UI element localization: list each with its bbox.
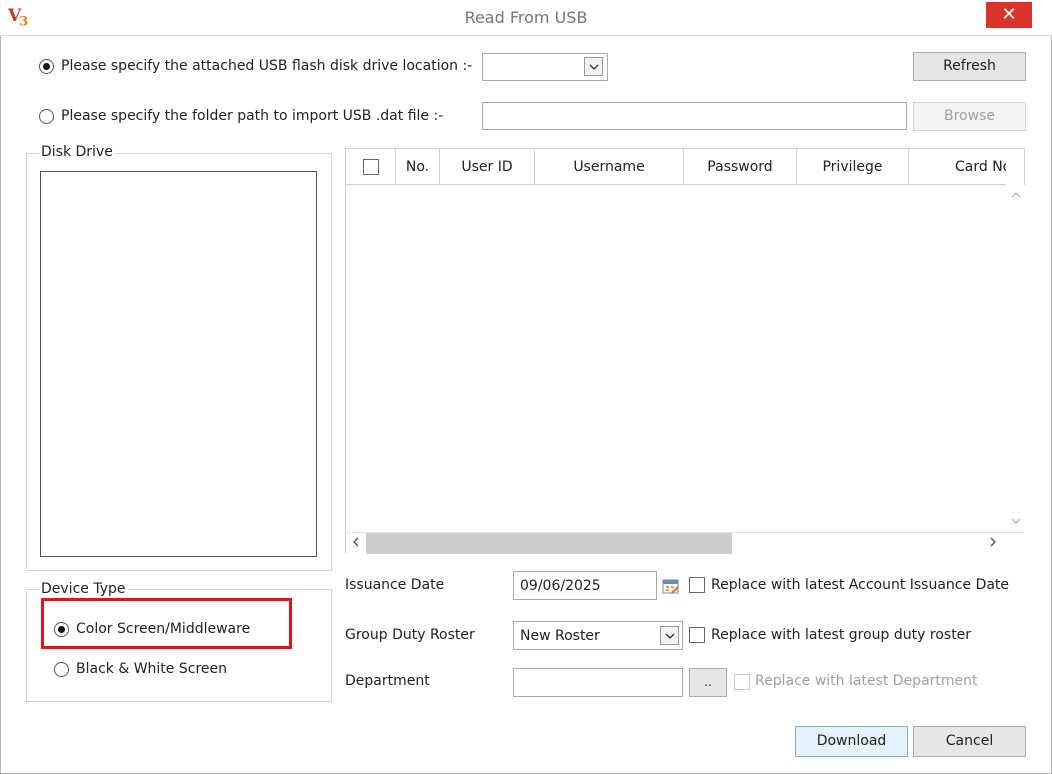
usb-drive-option-label: Please specify the attached USB flash di…: [61, 58, 473, 74]
cancel-button[interactable]: Cancel: [913, 726, 1026, 757]
column-header-user-id[interactable]: User ID: [440, 149, 535, 184]
horizontal-scrollbar[interactable]: [346, 532, 1025, 554]
title-bar: V3 Read From USB ✕: [0, 0, 1052, 36]
color-screen-radio[interactable]: [54, 622, 69, 637]
scroll-up-icon[interactable]: [1006, 187, 1025, 202]
device-type-legend: Device Type: [39, 581, 128, 597]
replace-issuance-checkbox[interactable]: [689, 577, 705, 593]
refresh-button[interactable]: Refresh: [913, 52, 1026, 81]
issuance-date-input[interactable]: 09/06/2025: [513, 571, 657, 600]
usb-drive-radio[interactable]: [39, 59, 54, 74]
column-header-card-no[interactable]: Card No: [909, 149, 1006, 184]
scroll-down-icon[interactable]: [1006, 513, 1025, 528]
chevron-down-icon: [660, 626, 679, 645]
issuance-date-label: Issuance Date: [345, 577, 445, 593]
disk-drive-legend: Disk Drive: [39, 144, 115, 160]
group-roster-label: Group Duty Roster: [345, 627, 475, 643]
scroll-left-icon[interactable]: [349, 536, 363, 551]
scroll-right-icon[interactable]: [986, 536, 1000, 551]
column-header-privilege[interactable]: Privilege: [797, 149, 909, 184]
browse-button[interactable]: Browse: [913, 102, 1026, 131]
vertical-scrollbar[interactable]: [1006, 185, 1025, 533]
window-title: Read From USB: [464, 8, 588, 27]
disk-drive-list[interactable]: [40, 171, 317, 557]
black-white-screen-label: Black & White Screen: [76, 661, 227, 677]
grid-header: No. User ID Username Password Privilege …: [346, 149, 1006, 185]
close-button[interactable]: ✕: [986, 2, 1032, 28]
replace-issuance-label: Replace with latest Account Issuance Dat…: [711, 577, 1010, 593]
usb-drive-select[interactable]: [482, 53, 608, 81]
replace-department-checkbox[interactable]: [734, 674, 750, 690]
user-grid[interactable]: No. User ID Username Password Privilege …: [345, 148, 1025, 554]
black-white-screen-radio[interactable]: [54, 662, 69, 677]
folder-path-option-label: Please specify the folder path to import…: [61, 108, 444, 124]
close-icon: ✕: [1001, 4, 1017, 25]
replace-roster-checkbox[interactable]: [689, 627, 705, 643]
replace-roster-label: Replace with latest group duty roster: [711, 627, 972, 643]
folder-path-input[interactable]: [482, 102, 907, 130]
column-header-no[interactable]: No.: [396, 149, 440, 184]
replace-department-label: Replace with latest Department: [755, 673, 978, 689]
department-label: Department: [345, 673, 430, 689]
department-input[interactable]: [513, 668, 683, 697]
chevron-down-icon: [584, 57, 603, 76]
column-header-password[interactable]: Password: [684, 149, 797, 184]
group-roster-select[interactable]: New Roster: [513, 621, 683, 650]
select-all-checkbox[interactable]: [363, 159, 379, 175]
column-header-username[interactable]: Username: [535, 149, 684, 184]
download-button[interactable]: Download: [795, 726, 908, 757]
folder-path-radio[interactable]: [39, 109, 54, 124]
department-picker-button[interactable]: ..: [689, 668, 727, 697]
color-screen-label: Color Screen/Middleware: [76, 621, 251, 637]
horizontal-scroll-thumb[interactable]: [366, 533, 732, 554]
header-select-all[interactable]: [346, 149, 396, 184]
calendar-icon[interactable]: [662, 577, 680, 595]
